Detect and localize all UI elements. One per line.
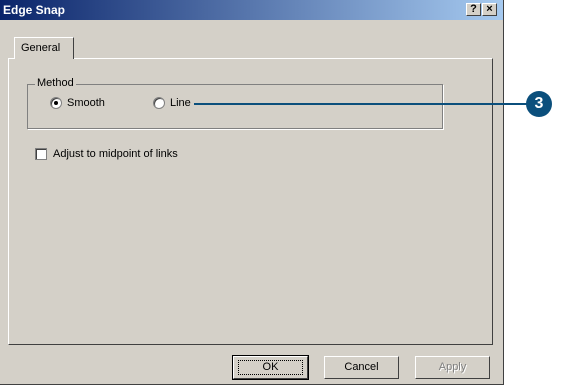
cancel-button[interactable]: Cancel bbox=[324, 356, 399, 379]
window-title: Edge Snap bbox=[3, 3, 66, 17]
smooth-radio-label[interactable]: Smooth bbox=[67, 97, 105, 109]
cancel-button-label: Cancel bbox=[344, 361, 379, 373]
adjust-midpoint-checkbox[interactable] bbox=[35, 148, 47, 160]
callout-line bbox=[194, 103, 528, 105]
adjust-midpoint-label[interactable]: Adjust to midpoint of links bbox=[53, 148, 178, 160]
close-icon[interactable]: × bbox=[482, 3, 497, 16]
line-radio[interactable] bbox=[153, 97, 165, 109]
callout-number-badge: 3 bbox=[526, 91, 552, 117]
focus-rect bbox=[238, 360, 303, 375]
edge-snap-dialog: Edge Snap ? × General Method Smooth Line… bbox=[0, 0, 504, 385]
ok-button[interactable]: OK bbox=[232, 355, 309, 380]
apply-button[interactable]: Apply bbox=[415, 356, 490, 379]
line-radio-label[interactable]: Line bbox=[170, 97, 191, 109]
tab-general-label: General bbox=[21, 42, 61, 54]
apply-button-label: Apply bbox=[438, 361, 467, 373]
method-group-label: Method bbox=[35, 77, 76, 89]
help-icon[interactable]: ? bbox=[466, 3, 481, 16]
radio-selected-dot bbox=[54, 101, 58, 105]
smooth-radio[interactable] bbox=[50, 97, 62, 109]
tab-general[interactable]: General bbox=[14, 37, 74, 59]
title-bar: Edge Snap ? × bbox=[0, 0, 503, 20]
